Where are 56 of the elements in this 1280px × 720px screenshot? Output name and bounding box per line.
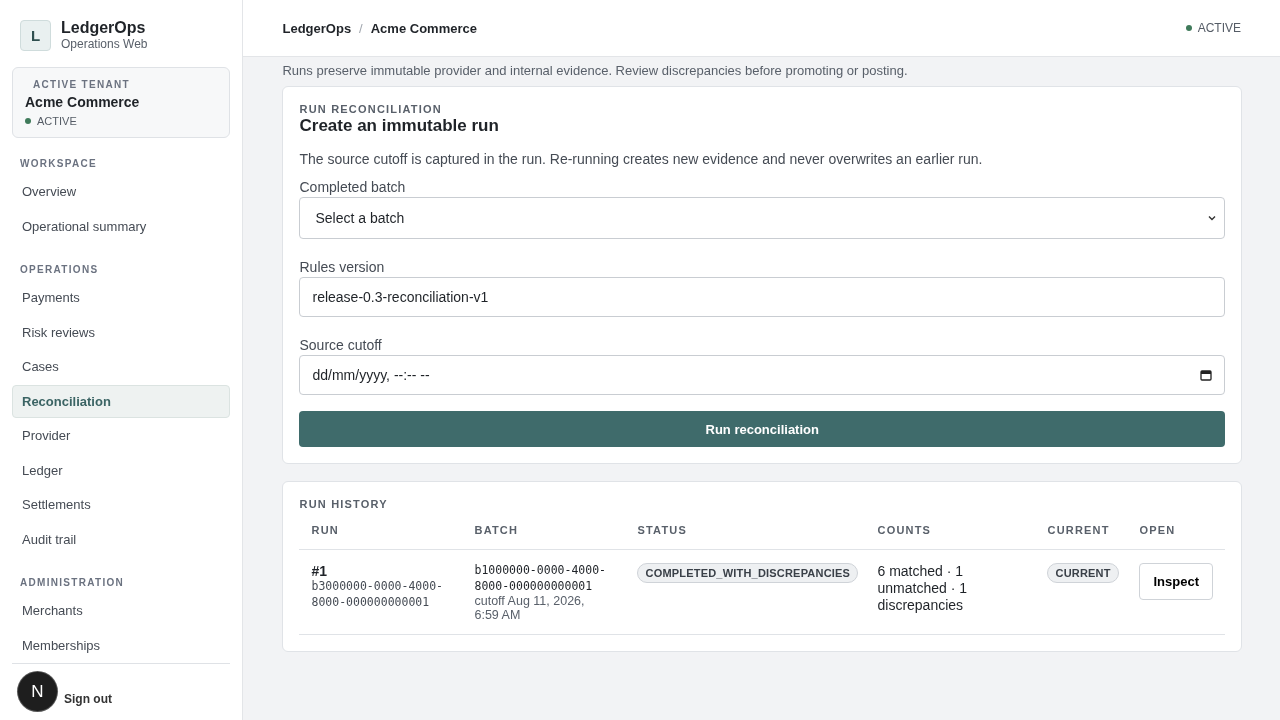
field-label: Rules version bbox=[299, 259, 386, 275]
page-intro: Runs preserve immutable provider and internal evidence. Review discrepancies before promoting or posting. bbox=[282, 63, 909, 78]
column-header: OPEN bbox=[1127, 510, 1225, 550]
batch-select[interactable]: Select a batch bbox=[299, 197, 1225, 239]
app-logo: L bbox=[20, 19, 51, 51]
card-title: Create an immutable run bbox=[299, 116, 500, 136]
app-name: LedgerOps bbox=[61, 19, 147, 37]
tenant-status: ACTIVE bbox=[37, 115, 77, 127]
dev-tools-badge[interactable]: N bbox=[18, 672, 57, 711]
tenant-name: Acme Commerce bbox=[25, 94, 141, 110]
nav-item[interactable]: Reconciliation bbox=[12, 384, 231, 418]
field-label: Source cutoff bbox=[299, 337, 383, 353]
inspect-button[interactable]: Inspect bbox=[1139, 563, 1213, 600]
nav-item[interactable]: Settlements bbox=[12, 488, 231, 521]
nav-item[interactable]: Ledger bbox=[12, 453, 231, 487]
nav-item[interactable]: Audit trail bbox=[12, 522, 231, 556]
column-header: CURRENT bbox=[1035, 510, 1128, 550]
run-number: #1 bbox=[311, 563, 329, 579]
input-field[interactable]: release-0.3-reconciliation-v1 bbox=[299, 277, 1225, 317]
run-counts: 6 matched · 1 unmatched · 1 discrepancies bbox=[877, 563, 968, 614]
nav-section-title: ADMINISTRATION bbox=[20, 577, 126, 588]
field-label: Completed batch bbox=[299, 179, 407, 195]
breadcrumb-current: Acme Commerce bbox=[370, 20, 477, 36]
breadcrumb-link[interactable]: LedgerOps bbox=[282, 20, 352, 36]
nav-item[interactable]: Risk reviews bbox=[12, 315, 231, 349]
status-badge: COMPLETED_WITH_DISCREPANCIES bbox=[637, 563, 859, 583]
run-reconciliation-button[interactable]: Run reconciliation bbox=[299, 411, 1225, 447]
column-header: RUN bbox=[299, 510, 463, 550]
calendar-icon bbox=[1200, 369, 1212, 381]
run-id: b3000000-0000-4000-8000-000000000001 bbox=[311, 579, 445, 611]
nav-section-title: WORKSPACE bbox=[20, 158, 99, 169]
tenant-label: ACTIVE TENANT bbox=[32, 79, 131, 90]
batch-id: b1000000-0000-4000-8000-000000000001 bbox=[474, 563, 608, 595]
datetime-field[interactable]: dd/mm/yyyy, --:-- -- bbox=[299, 355, 1225, 395]
status-dot bbox=[1185, 25, 1192, 31]
nav-item[interactable]: Cases bbox=[12, 350, 231, 383]
sign-out-link[interactable]: Sign out bbox=[64, 692, 112, 706]
app-subtitle: Operations Web bbox=[61, 37, 148, 51]
column-header: BATCH bbox=[462, 510, 626, 550]
card-eyebrow: RUN HISTORY bbox=[299, 498, 389, 510]
nav-item[interactable]: Merchants bbox=[12, 594, 231, 627]
status-dot bbox=[25, 118, 31, 124]
nav-item[interactable]: Memberships bbox=[12, 628, 231, 662]
header-status: ACTIVE bbox=[1197, 21, 1241, 35]
column-header: STATUS bbox=[625, 510, 866, 550]
card-description: The source cutoff is captured in the run. Re-running creates new evidence and never overwrites an earlier run. bbox=[299, 151, 984, 167]
cutoff-time: cutoff Aug 11, 2026, 6:59 AM bbox=[474, 594, 586, 623]
nav-item[interactable]: Payments bbox=[12, 281, 231, 314]
breadcrumb-separator: / bbox=[359, 20, 363, 36]
nav-item[interactable]: Provider bbox=[12, 419, 231, 452]
column-header: COUNTS bbox=[865, 510, 1036, 550]
card-eyebrow: RUN RECONCILIATION bbox=[299, 103, 443, 115]
nav-item[interactable]: Overview bbox=[12, 175, 231, 208]
nav-item[interactable]: Operational summary bbox=[12, 209, 231, 243]
nav-section-title: OPERATIONS bbox=[20, 264, 100, 275]
current-badge: CURRENT bbox=[1047, 563, 1119, 583]
